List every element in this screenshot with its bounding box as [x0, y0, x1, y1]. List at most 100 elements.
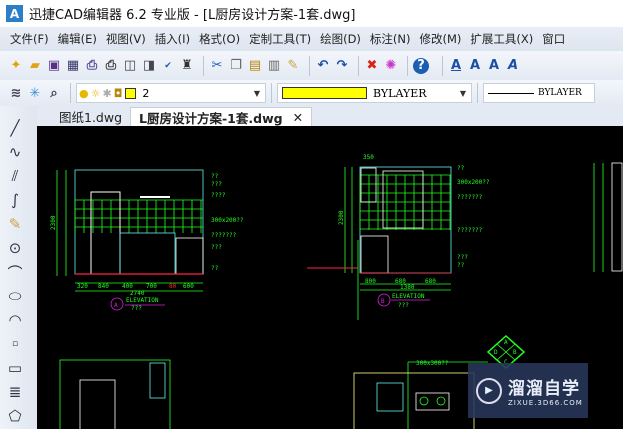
menu-format[interactable]: 格式(O): [199, 31, 240, 47]
elev-a-letter: A: [114, 302, 118, 309]
note-a: ??: [211, 265, 219, 272]
elliptical-arc-icon[interactable]: ◠: [3, 308, 27, 332]
compass-b: B: [513, 349, 517, 356]
elev-b-letter: B: [381, 298, 385, 305]
open-file-icon[interactable]: ▰: [27, 57, 43, 75]
spell-check-icon[interactable]: ✔: [160, 57, 176, 75]
chevron-down-icon[interactable]: ▼: [457, 86, 469, 100]
chevron-down-icon[interactable]: ▼: [251, 86, 263, 100]
elev-b-label: ELEVATION: [392, 293, 425, 300]
text-style-icon[interactable]: A: [505, 57, 521, 75]
edit-text-icon[interactable]: A: [486, 57, 502, 75]
delete-icon[interactable]: ✖: [364, 57, 380, 75]
linetype-select[interactable]: BYLAYER: [483, 83, 595, 103]
separator: [203, 55, 204, 76]
dim-b-3: 680: [425, 278, 436, 285]
menu-modify[interactable]: 修改(M): [420, 31, 462, 47]
plan-note: 300x300??: [416, 360, 449, 367]
cut-icon[interactable]: ✂: [209, 57, 225, 75]
save-as-acis-icon[interactable]: ▦: [65, 57, 81, 75]
play-logo-icon: ▶: [476, 377, 502, 404]
layer-select[interactable]: ● ☼ ✱ ◘ 2 ▼: [76, 83, 266, 103]
separator: [442, 55, 443, 76]
watermark-title: 溜溜自学: [508, 379, 580, 399]
tab-drawing1[interactable]: 图纸1.dwg: [37, 107, 130, 126]
layer-color-swatch: [125, 87, 137, 99]
dim-b-height: 2300: [338, 210, 345, 225]
menu-edit[interactable]: 编辑(E): [58, 31, 97, 47]
standard-toolbar: ✦ ▰ ▣ ▦ ⎙ ⎙ ◫ ◨ ✔ ♜ ✂ ❐ ▤ ▥ ✎ ↶ ↷ ✖ ✺ ? …: [0, 51, 623, 80]
paste-special-icon[interactable]: ▥: [266, 57, 282, 75]
line-icon[interactable]: ╱: [3, 116, 27, 140]
tab-label: 图纸1.dwg: [59, 110, 123, 125]
dim-a-2: 840: [98, 283, 109, 290]
redo-icon[interactable]: ↷: [334, 57, 350, 75]
find-icon[interactable]: ♜: [179, 57, 195, 75]
menu-dimension[interactable]: 标注(N): [370, 31, 411, 47]
menu-custom-tools[interactable]: 定制工具(T): [249, 31, 311, 47]
undo-icon[interactable]: ↶: [315, 57, 331, 75]
note-a: ???: [211, 181, 222, 188]
copy-icon[interactable]: ❐: [228, 57, 244, 75]
tab-label: L厨房设计方案-1套.dwg: [139, 110, 283, 126]
polyline-icon[interactable]: ∿: [3, 140, 27, 164]
new-file-icon[interactable]: ✦: [8, 57, 24, 75]
layer-name: 2: [142, 86, 150, 100]
menu-file[interactable]: 文件(F): [10, 31, 49, 47]
lock-icon: ◘: [113, 86, 123, 100]
close-tab-icon[interactable]: ✕: [293, 110, 303, 125]
explode-icon[interactable]: ✺: [383, 57, 399, 75]
layer-properties-toolbar: ≋ ✳ ⌕ ● ☼ ✱ ◘ 2 ▼ BYLAYER ▼ BYLAYER: [0, 80, 623, 106]
app-logo-icon: A: [6, 5, 23, 22]
dim-a-5: 80: [169, 283, 177, 290]
polygon-icon[interactable]: ⬠: [3, 404, 27, 428]
layer-manager-icon[interactable]: ≋: [8, 84, 24, 102]
ellipse-icon[interactable]: ⬭: [3, 284, 27, 308]
dim-a-total: 2740: [130, 290, 145, 297]
compass-a: A: [504, 339, 508, 346]
save-icon[interactable]: ▣: [46, 57, 62, 75]
menu-view[interactable]: 视图(V): [106, 31, 146, 47]
arc-icon[interactable]: ⌒: [3, 260, 27, 284]
menu-draw[interactable]: 绘图(D): [320, 31, 361, 47]
watermark: ▶ 溜溜自学 ZIXUE.3D66.COM: [468, 363, 588, 418]
note-a: 300x200??: [211, 217, 244, 224]
menu-extension-tools[interactable]: 扩展工具(X): [470, 31, 533, 47]
spline-icon[interactable]: ∫: [3, 188, 27, 212]
menu-window[interactable]: 窗口: [542, 31, 565, 47]
elev-a-sub: ???: [131, 305, 142, 312]
dim-a-height: 2300: [50, 215, 57, 230]
print-preview-icon[interactable]: ⎙: [84, 57, 100, 75]
multiline-icon[interactable]: ⫽: [3, 164, 27, 188]
helix-icon[interactable]: ≣: [3, 380, 27, 404]
layer-find-icon[interactable]: ⌕: [46, 84, 62, 102]
tab-kitchen-design[interactable]: L厨房设计方案-1套.dwg ✕: [130, 107, 313, 126]
document-icon[interactable]: ◨: [141, 57, 157, 75]
match-properties-icon[interactable]: ✎: [285, 57, 301, 75]
elevation-c-partial: [593, 162, 623, 272]
single-line-text-icon[interactable]: A: [467, 57, 483, 75]
menu-insert[interactable]: 插入(I): [155, 31, 190, 47]
paste-icon[interactable]: ▤: [247, 57, 263, 75]
freehand-icon[interactable]: ✎: [3, 212, 27, 236]
note-a: ???????: [211, 232, 237, 239]
note-a: ???: [211, 244, 222, 251]
freeze-icon: ✱: [102, 86, 112, 100]
preview-icon[interactable]: ◫: [122, 57, 138, 75]
color-value: BYLAYER: [373, 86, 427, 100]
linetype-value: BYLAYER: [538, 88, 582, 98]
point-icon[interactable]: ▫: [3, 332, 27, 356]
circle-icon[interactable]: ⊙: [3, 236, 27, 260]
layer-state-icon[interactable]: ✳: [27, 84, 43, 102]
color-select[interactable]: BYLAYER ▼: [277, 83, 472, 103]
rectangle-icon[interactable]: ▭: [3, 356, 27, 380]
note-b: ???: [457, 254, 468, 261]
help-icon[interactable]: ?: [413, 57, 429, 74]
text-icon[interactable]: A: [448, 57, 464, 75]
dim-a-4: 700: [146, 283, 157, 290]
print-icon[interactable]: ⎙: [103, 57, 119, 75]
note-a: ????: [211, 192, 226, 199]
draw-toolbar: ╱ ∿ ⫽ ∫ ✎ ⊙ ⌒ ⬭ ◠ ▫ ▭ ≣ ⬠: [0, 106, 37, 429]
separator: [477, 83, 478, 103]
note-b: ??: [457, 262, 465, 269]
